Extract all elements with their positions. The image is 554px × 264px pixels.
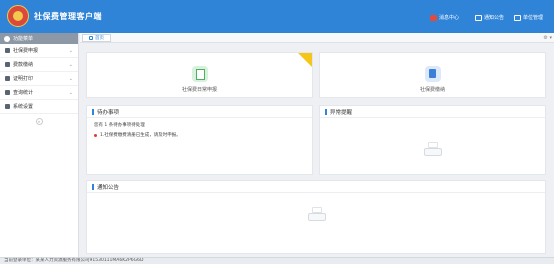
title-bar-accent bbox=[92, 108, 94, 115]
title-bar-accent bbox=[325, 108, 327, 115]
feature-card-declare[interactable]: 社保费日常申报 bbox=[86, 52, 313, 98]
document-icon bbox=[191, 66, 208, 82]
status-bar: 当前登录单位：某某人力资源服务有限公司91530111MA6K2P6G6D bbox=[0, 257, 554, 264]
sidebar-item-label: 社保费申报 bbox=[13, 48, 39, 54]
notices-panel: 通知公告 bbox=[86, 180, 546, 254]
alerts-title: 异常提醒 bbox=[330, 109, 353, 116]
unit-management-label: 单位管理 bbox=[523, 15, 544, 21]
empty-box-icon bbox=[422, 142, 444, 156]
sidebar-item-label: 系统设置 bbox=[13, 104, 34, 110]
title-bar-accent bbox=[92, 183, 94, 190]
payment-icon bbox=[5, 62, 10, 67]
bell-icon bbox=[430, 14, 437, 21]
sidebar-header[interactable]: 功能菜单 bbox=[0, 33, 78, 44]
collapse-sidebar-button[interactable]: « bbox=[35, 118, 43, 125]
todo-title: 待办事项 bbox=[97, 109, 120, 116]
empty-box-icon bbox=[306, 207, 328, 221]
tax-emblem-logo bbox=[7, 5, 29, 27]
sidebar-item-print[interactable]: 证明打印 ⌄ bbox=[0, 72, 78, 86]
menu-icon bbox=[4, 35, 10, 42]
notice-label: 通知公告 bbox=[484, 15, 505, 21]
todo-item[interactable]: 1.社保费缴费清册已生成，请及时申报。 bbox=[87, 132, 312, 138]
notices-title: 通知公告 bbox=[97, 184, 120, 191]
unit-management-button[interactable]: 单位管理 bbox=[514, 14, 543, 21]
alerts-panel: 异常提醒 bbox=[319, 105, 546, 175]
sidebar-item-label: 查询统计 bbox=[13, 90, 34, 96]
corner-badge bbox=[298, 53, 312, 67]
message-center-button[interactable]: 消息中心 bbox=[430, 14, 459, 21]
sidebar-item-payment[interactable]: 费款缴纳 ⌄ bbox=[0, 58, 78, 72]
app-title: 社保费管理客户端 bbox=[34, 12, 102, 21]
sidebar-item-query[interactable]: 查询统计 ⌄ bbox=[0, 86, 78, 100]
sidebar-item-settings[interactable]: 系统设置 bbox=[0, 100, 78, 114]
notice-icon bbox=[475, 14, 482, 21]
tab-home[interactable]: 首页 bbox=[82, 34, 111, 42]
print-icon bbox=[5, 76, 10, 81]
panel-title: 异常提醒 bbox=[320, 106, 545, 118]
tab-options-icon[interactable]: ⚙ ▾ bbox=[543, 35, 552, 41]
panel-title: 通知公告 bbox=[87, 181, 545, 193]
alert-dot-icon bbox=[94, 133, 97, 137]
chevron-down-icon: ⌄ bbox=[68, 62, 73, 68]
tab-home-label: 首页 bbox=[95, 36, 104, 41]
app-header: 社保费管理客户端 消息中心 通知公告 单位管理 bbox=[0, 0, 554, 33]
sidebar-item-label: 证明打印 bbox=[13, 76, 34, 82]
sidebar-item-label: 费款缴纳 bbox=[13, 62, 34, 68]
todo-panel: 待办事项 您有 1 条待办事项待处理 1.社保费缴费清册已生成，请及时申报。 bbox=[86, 105, 313, 175]
message-center-label: 消息中心 bbox=[439, 15, 460, 21]
home-icon bbox=[89, 36, 93, 40]
sidebar: 功能菜单 社保费申报 ⌄ 费款缴纳 ⌄ 证明打印 ⌄ 查询统计 ⌄ 系统设置 « bbox=[0, 33, 79, 257]
query-icon bbox=[5, 90, 10, 95]
todo-summary: 您有 1 条待办事项待处理 bbox=[94, 123, 145, 128]
chevron-down-icon: ⌄ bbox=[68, 48, 73, 54]
feature-label: 社保费日常申报 bbox=[181, 87, 217, 93]
tab-bar: 首页 ⚙ ▾ bbox=[80, 33, 554, 43]
feature-label: 社保费缴纳 bbox=[419, 87, 445, 93]
chevron-down-icon: ⌄ bbox=[68, 90, 73, 96]
notice-button[interactable]: 通知公告 bbox=[475, 14, 504, 21]
panel-title: 待办事项 bbox=[87, 106, 312, 118]
book-icon bbox=[424, 66, 441, 82]
sidebar-header-label: 功能菜单 bbox=[13, 36, 34, 42]
sidebar-item-declare[interactable]: 社保费申报 ⌄ bbox=[0, 44, 78, 58]
declare-icon bbox=[5, 48, 10, 53]
unit-icon bbox=[514, 14, 521, 21]
chevron-down-icon: ⌄ bbox=[68, 76, 73, 82]
todo-item-text: 1.社保费缴费清册已生成，请及时申报。 bbox=[100, 133, 181, 138]
feature-card-payment[interactable]: 社保费缴纳 bbox=[319, 52, 546, 98]
gear-icon bbox=[5, 104, 10, 109]
